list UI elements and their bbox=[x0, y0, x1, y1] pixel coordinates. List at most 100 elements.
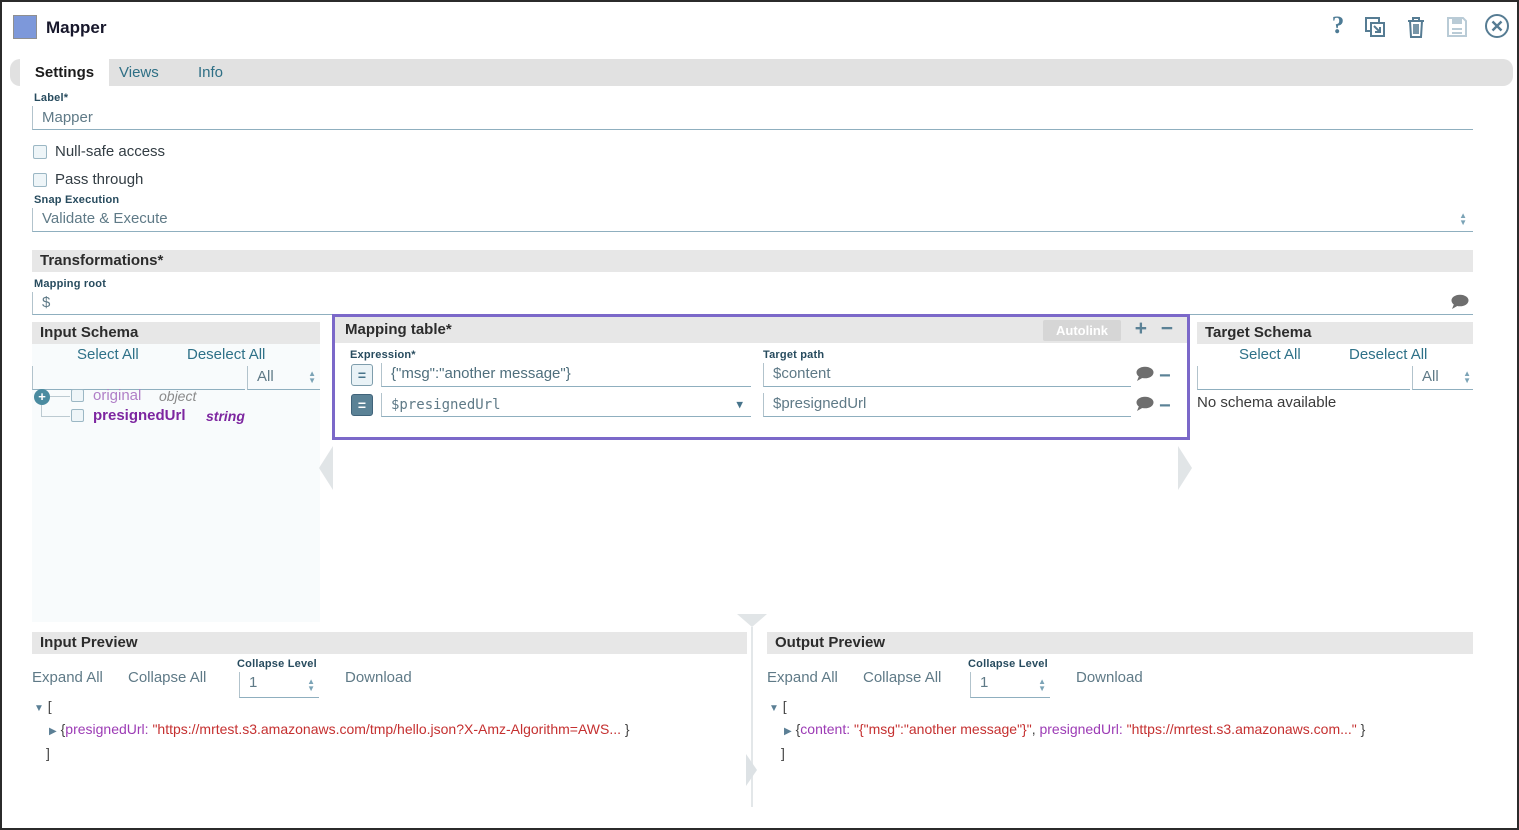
collapse-node-icon[interactable]: ▼ bbox=[769, 703, 779, 714]
output-preview-header: Output Preview bbox=[767, 632, 1473, 654]
tab-views[interactable]: Views bbox=[119, 59, 159, 86]
input-schema-title: Input Schema bbox=[40, 324, 138, 341]
tree-node-original[interactable]: original bbox=[93, 387, 141, 404]
input-preview-header: Input Preview bbox=[32, 632, 747, 654]
snap-execution-spinner-icon[interactable]: ▲▼ bbox=[1459, 212, 1467, 226]
tab-settings[interactable]: Settings bbox=[20, 59, 109, 86]
tree-expand-icon[interactable]: + bbox=[34, 389, 50, 405]
input-preview-json-root: ▼ [ bbox=[34, 698, 52, 714]
expression-column-header: Expression* bbox=[350, 349, 416, 361]
target-schema-header: Target Schema bbox=[1197, 322, 1473, 344]
input-preview-collapse-all[interactable]: Collapse All bbox=[128, 669, 206, 686]
collapse-node-icon[interactable]: ▼ bbox=[34, 703, 44, 714]
input-preview-title: Input Preview bbox=[40, 634, 138, 651]
comment-icon-row2[interactable] bbox=[1135, 396, 1154, 412]
target-path-input-row2[interactable]: $presignedUrl bbox=[763, 393, 1131, 417]
comment-icon-row1[interactable] bbox=[1135, 366, 1154, 382]
output-preview-json-close: ] bbox=[769, 745, 785, 761]
output-preview-collapse-level-input[interactable]: 1 ▲▼ bbox=[970, 672, 1050, 698]
target-schema-filter-select[interactable]: All ▲▼ bbox=[1412, 366, 1473, 390]
tree-node-original-type: object bbox=[159, 388, 196, 404]
input-preview-collapse-level-spinner-icon[interactable]: ▲▼ bbox=[307, 678, 315, 692]
mapping-table-header: Mapping table* Autolink + − bbox=[335, 317, 1187, 343]
output-preview-expand-all[interactable]: Expand All bbox=[767, 669, 838, 686]
target-path-input-row1[interactable]: $content bbox=[763, 363, 1131, 387]
output-preview-json-row: ▶ {content: "{"msg":"another message"}",… bbox=[784, 721, 1365, 737]
tree-original-checkbox[interactable] bbox=[71, 389, 84, 402]
mapping-table-title: Mapping table* bbox=[345, 321, 452, 338]
target-schema-search-input[interactable] bbox=[1197, 366, 1410, 390]
target-path-column-header: Target path bbox=[763, 349, 824, 361]
help-icon[interactable]: ? bbox=[1324, 12, 1352, 40]
expression-toggle-row1[interactable]: = bbox=[351, 364, 373, 386]
tree-connector bbox=[50, 396, 70, 397]
collapse-input-schema-icon[interactable] bbox=[319, 446, 333, 490]
mapping-root-comment-icon[interactable] bbox=[1450, 294, 1469, 310]
mapper-dialog: Mapper ? Settings Views bbox=[0, 0, 1519, 830]
expression-dropdown-icon-row2[interactable]: ▼ bbox=[736, 398, 743, 411]
remove-row-icon[interactable]: − bbox=[1161, 319, 1173, 339]
target-schema-deselect-all[interactable]: Deselect All bbox=[1349, 346, 1427, 363]
tree-node-presignedurl[interactable]: presignedUrl bbox=[93, 407, 186, 424]
input-preview-panel: Input Preview Expand All Collapse All Co… bbox=[32, 632, 747, 802]
delete-row1-icon[interactable]: − bbox=[1159, 368, 1171, 384]
input-schema-filter-select[interactable]: All ▲▼ bbox=[247, 366, 320, 390]
expand-node-icon[interactable]: ▶ bbox=[784, 726, 792, 737]
null-safe-checkbox[interactable] bbox=[33, 145, 47, 159]
label-input[interactable] bbox=[32, 106, 1473, 130]
input-preview-json-close: ] bbox=[34, 745, 50, 761]
pass-through-label: Pass through bbox=[55, 171, 143, 188]
transformations-title: Transformations* bbox=[40, 252, 163, 269]
tab-bar bbox=[10, 59, 1513, 86]
tree-presignedurl-checkbox[interactable] bbox=[71, 409, 84, 422]
input-preview-expand-all[interactable]: Expand All bbox=[32, 669, 103, 686]
input-schema-panel: Input Schema Select All Deselect All All… bbox=[32, 322, 320, 622]
add-row-icon[interactable]: + bbox=[1135, 319, 1147, 339]
output-preview-panel: Output Preview Expand All Collapse All C… bbox=[767, 632, 1473, 802]
tree-connector bbox=[41, 416, 70, 417]
output-preview-collapse-level-spinner-icon[interactable]: ▲▼ bbox=[1038, 678, 1046, 692]
input-schema-header: Input Schema bbox=[32, 322, 320, 344]
output-preview-collapse-all[interactable]: Collapse All bbox=[863, 669, 941, 686]
target-schema-panel: Target Schema Select All Deselect All Al… bbox=[1197, 322, 1473, 442]
mapping-root-label: Mapping root bbox=[34, 278, 106, 290]
preview-divider-bottom-handle-icon[interactable] bbox=[746, 754, 757, 786]
delete-row2-icon[interactable]: − bbox=[1159, 398, 1171, 414]
output-preview-collapse-level-label: Collapse Level bbox=[968, 658, 1048, 670]
pass-through-checkbox[interactable] bbox=[33, 173, 47, 187]
close-icon[interactable] bbox=[1483, 12, 1511, 40]
collapse-target-schema-icon[interactable] bbox=[1178, 446, 1192, 490]
output-preview-title: Output Preview bbox=[775, 634, 885, 651]
mapping-root-input[interactable]: $ bbox=[32, 292, 1473, 315]
input-preview-download[interactable]: Download bbox=[345, 669, 412, 686]
autolink-button[interactable]: Autolink bbox=[1043, 320, 1121, 341]
delete-icon[interactable] bbox=[1402, 13, 1430, 41]
input-schema-select-all[interactable]: Select All bbox=[77, 346, 139, 363]
mapping-table: Mapping table* Autolink + − Expression* … bbox=[332, 314, 1190, 440]
tab-info[interactable]: Info bbox=[198, 59, 223, 86]
tree-node-presignedurl-type: string bbox=[206, 408, 245, 424]
target-schema-filter-spinner-icon[interactable]: ▲▼ bbox=[1463, 370, 1471, 384]
target-schema-title: Target Schema bbox=[1205, 324, 1311, 341]
input-schema-deselect-all[interactable]: Deselect All bbox=[187, 346, 265, 363]
input-preview-json-row: ▶ {presignedUrl: "https://mrtest.s3.amaz… bbox=[49, 721, 630, 737]
transformations-section-header: Transformations* bbox=[32, 250, 1473, 272]
output-preview-download[interactable]: Download bbox=[1076, 669, 1143, 686]
save-icon[interactable] bbox=[1443, 13, 1471, 41]
input-preview-collapse-level-input[interactable]: 1 ▲▼ bbox=[239, 672, 319, 698]
expression-input-row1[interactable]: {"msg":"another message"} bbox=[381, 363, 751, 387]
target-schema-select-all[interactable]: Select All bbox=[1239, 346, 1301, 363]
snap-execution-label: Snap Execution bbox=[34, 194, 119, 206]
expression-input-row2[interactable]: $presignedUrl ▼ bbox=[381, 393, 751, 417]
preview-divider-top-handle-icon[interactable] bbox=[737, 614, 767, 627]
expand-node-icon[interactable]: ▶ bbox=[49, 726, 57, 737]
snap-icon bbox=[13, 15, 37, 39]
input-schema-filter-spinner-icon[interactable]: ▲▼ bbox=[308, 370, 316, 384]
snap-execution-select[interactable]: Validate & Execute ▲▼ bbox=[32, 208, 1473, 232]
export-icon[interactable] bbox=[1361, 13, 1389, 41]
label-field-label: Label* bbox=[34, 92, 68, 104]
dialog-title: Mapper bbox=[46, 18, 106, 38]
input-preview-collapse-level-label: Collapse Level bbox=[237, 658, 317, 670]
expression-toggle-row2[interactable]: = bbox=[351, 394, 373, 416]
output-preview-json-root: ▼ [ bbox=[769, 698, 787, 714]
